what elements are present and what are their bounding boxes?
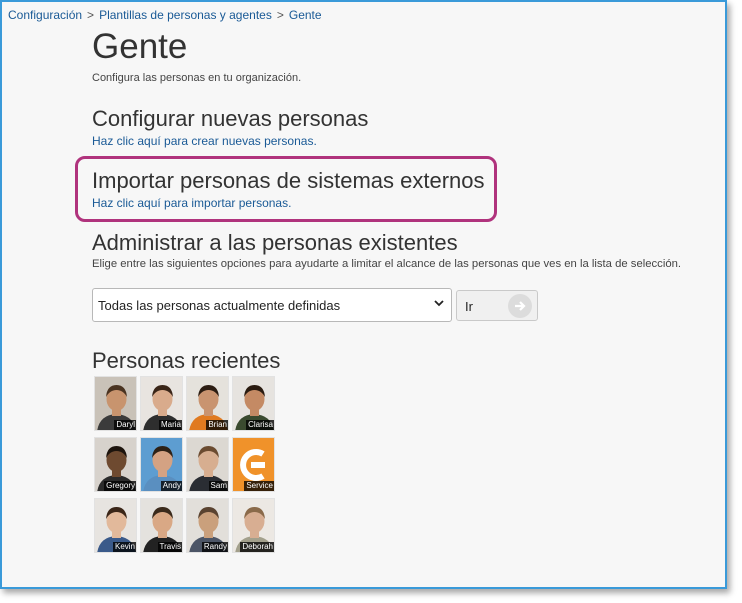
go-button[interactable]: Ir — [456, 290, 538, 321]
person-name-label: Service — [244, 481, 274, 491]
import-people-link[interactable]: Haz clic aquí para importar personas. — [92, 196, 485, 210]
page-subtitle: Configura las personas en tu organizació… — [92, 72, 302, 84]
section-title: Personas recientes — [92, 348, 281, 373]
chevron-down-icon — [433, 297, 445, 312]
person-tile[interactable]: Brian — [186, 376, 229, 431]
section-title: Administrar a las personas existentes — [92, 230, 458, 255]
app-window: Configuración > Plantillas de personas y a… — [0, 0, 727, 589]
person-name-label: Brian — [206, 420, 228, 430]
section-manage: Administrar a las personas existentes El… — [92, 230, 681, 270]
person-tile[interactable]: Maria — [140, 376, 183, 431]
person-tile[interactable]: Deborah — [232, 498, 275, 553]
person-tile[interactable]: Service — [232, 437, 275, 492]
person-name-label: Daryl — [114, 420, 136, 430]
breadcrumb-configuracion[interactable]: Configuración — [8, 8, 82, 22]
section-new-people: Configurar nuevas personas Haz clic aquí… — [92, 106, 368, 148]
person-name-label: Randy — [201, 542, 228, 552]
section-title: Importar personas de sistemas externos — [92, 168, 485, 193]
person-tile[interactable]: Sam — [186, 437, 229, 492]
person-tile[interactable]: Travis — [140, 498, 183, 553]
breadcrumb-separator: > — [276, 8, 284, 22]
create-people-link[interactable]: Haz clic aquí para crear nuevas personas… — [92, 134, 368, 148]
arrow-right-icon — [508, 294, 532, 318]
person-tile[interactable]: Randy — [186, 498, 229, 553]
person-name-label: Deborah — [240, 542, 274, 552]
breadcrumb: Configuración > Plantillas de personas y a… — [8, 8, 322, 22]
person-tile[interactable]: Clarisa — [232, 376, 275, 431]
breadcrumb-current: Gente — [288, 8, 322, 22]
person-name-label: Andy — [160, 481, 182, 491]
people-filter-select[interactable]: Todas las personas actualmente definidas — [92, 288, 452, 322]
person-name-label: Sam — [208, 481, 228, 491]
person-name-label: Travis — [157, 542, 182, 552]
section-title: Configurar nuevas personas — [92, 106, 369, 131]
breadcrumb-separator: > — [87, 8, 95, 22]
main-content: Gente Configura las personas en tu organ… — [92, 26, 722, 553]
person-tile[interactable]: Kevin — [94, 498, 137, 553]
person-name-label: Kevin — [112, 542, 136, 552]
go-button-label: Ir — [465, 299, 473, 314]
person-name-label: Gregory — [104, 481, 136, 491]
person-name-label: Clarisa — [246, 420, 274, 430]
breadcrumb-plantillas[interactable]: Plantillas de personas y agentes — [99, 8, 272, 22]
person-tile[interactable]: Andy — [140, 437, 183, 492]
person-tile[interactable]: Daryl — [94, 376, 137, 431]
select-value: Todas las personas actualmente definidas — [98, 298, 341, 313]
person-name-label: Maria — [158, 420, 182, 430]
section-import: Importar personas de sistemas externos H… — [92, 168, 485, 210]
section-description: Elige entre las siguientes opciones para… — [92, 258, 682, 270]
person-tile[interactable]: Gregory — [94, 437, 137, 492]
page-title: Gente — [92, 27, 188, 66]
section-recent: Personas recientes — [92, 348, 280, 374]
